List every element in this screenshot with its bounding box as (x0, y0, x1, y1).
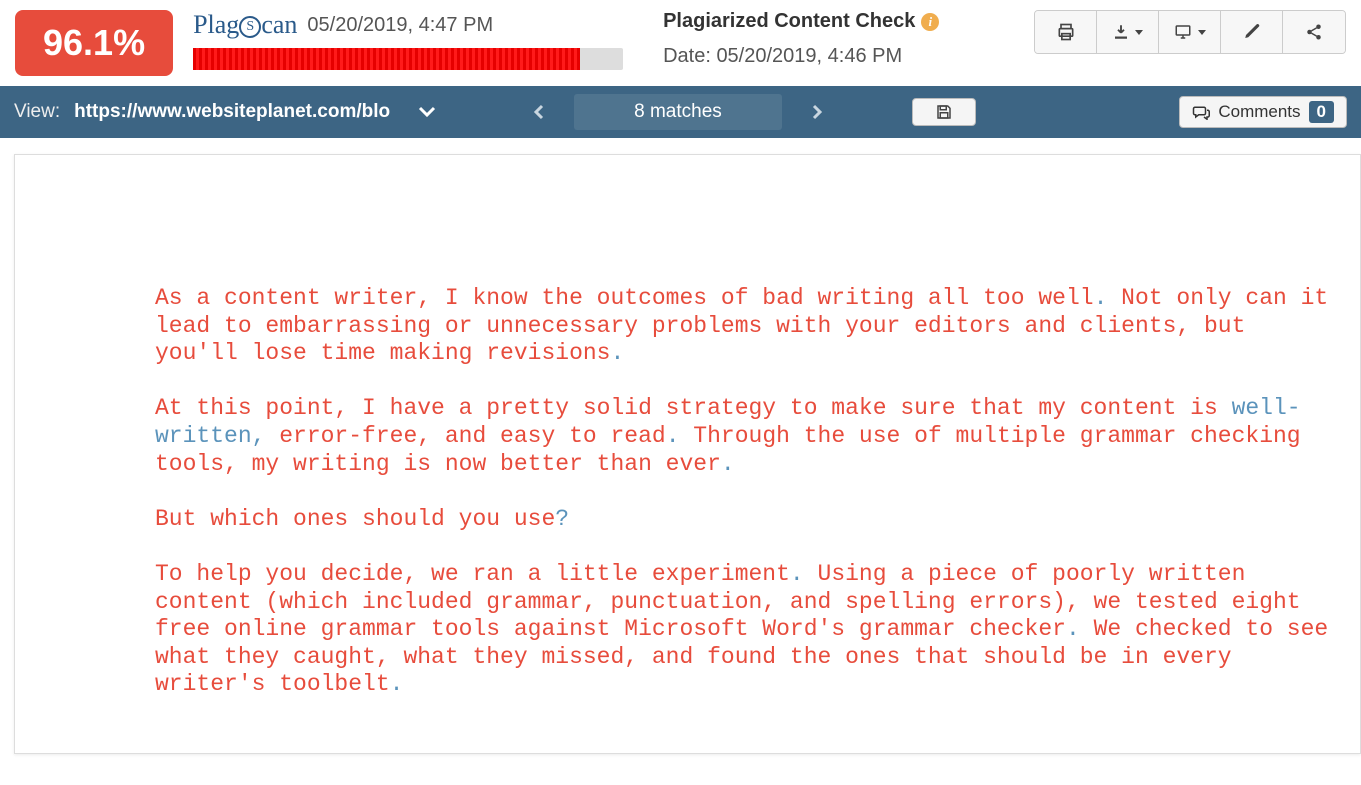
caret-down-icon (1135, 30, 1143, 35)
next-match-button[interactable] (796, 98, 838, 126)
plagiarism-score-badge: 96.1% (15, 10, 173, 76)
plagscan-logo[interactable]: PlagScan (193, 10, 297, 40)
display-button[interactable] (1159, 11, 1221, 53)
caret-down-icon (1198, 30, 1206, 35)
print-button[interactable] (1035, 11, 1097, 53)
view-url: https://www.websiteplanet.com/blo (74, 101, 390, 123)
comments-label: Comments (1218, 102, 1300, 122)
comments-button[interactable]: Comments 0 (1179, 96, 1347, 128)
download-button[interactable] (1097, 11, 1159, 53)
share-button[interactable] (1283, 11, 1345, 53)
url-dropdown-button[interactable] (404, 106, 450, 118)
scan-timestamp: 05/20/2019, 4:47 PM (307, 14, 493, 37)
settings-button[interactable] (1221, 11, 1283, 53)
document-date: Date: 05/20/2019, 4:46 PM (663, 45, 939, 68)
plagiarism-progress-bar (193, 48, 623, 70)
comments-count-badge: 0 (1309, 101, 1334, 123)
document-content: As a content writer, I know the outcomes… (155, 285, 1340, 699)
info-icon[interactable]: i (921, 13, 939, 31)
view-label: View: (14, 101, 60, 123)
comments-icon (1192, 105, 1210, 120)
prev-match-button[interactable] (518, 98, 560, 126)
document-title: Plagiarized Content Check i (663, 10, 939, 33)
matches-count[interactable]: 8 matches (574, 94, 782, 130)
save-button[interactable] (912, 98, 976, 126)
document-viewer[interactable]: As a content writer, I know the outcomes… (14, 154, 1361, 754)
